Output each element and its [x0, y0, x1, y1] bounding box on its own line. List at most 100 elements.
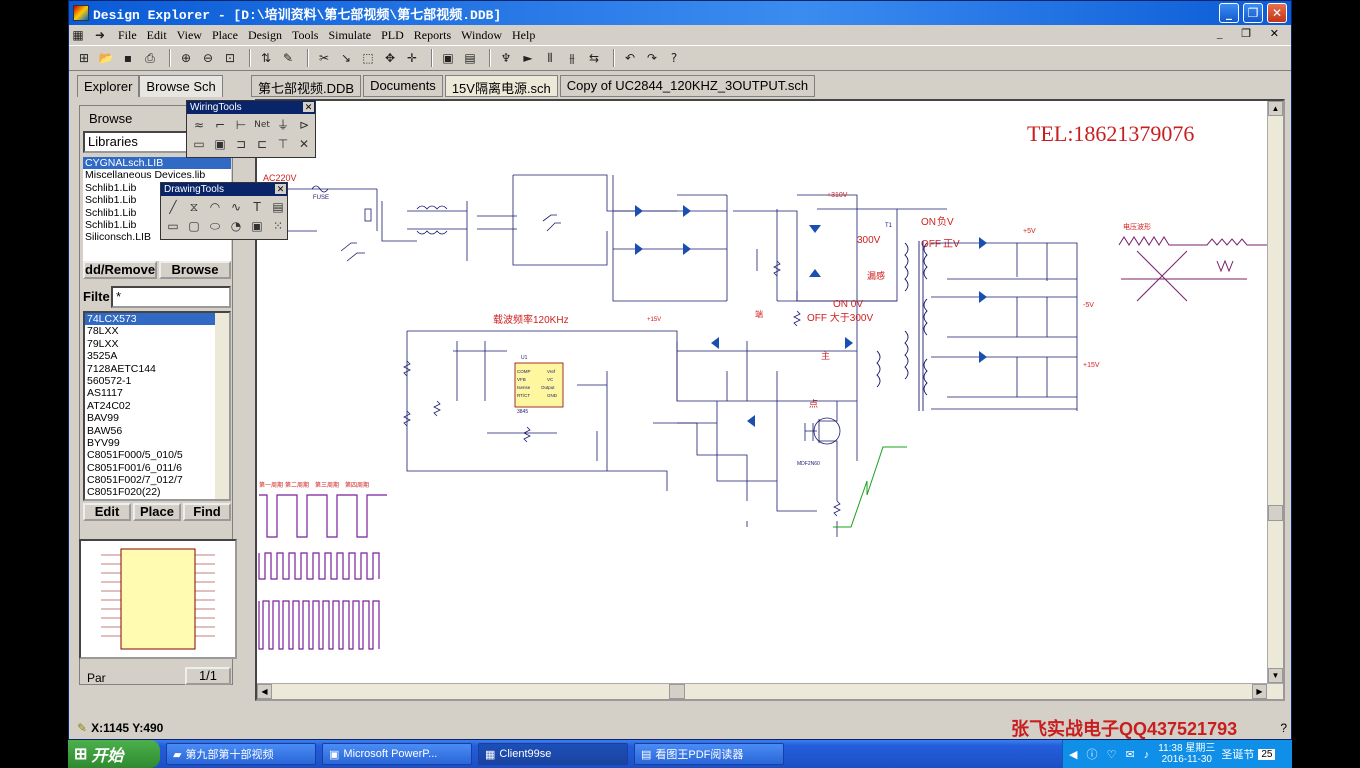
pie-tool-icon[interactable]: ◔	[226, 217, 246, 235]
sheet-symbol-icon[interactable]: ▣	[210, 135, 230, 153]
vertical-scrollbar[interactable]: ▲ ▼	[1267, 101, 1283, 699]
tab-explorer[interactable]: Explorer	[77, 75, 140, 97]
component-item[interactable]: 74LCX573	[85, 313, 229, 326]
horizontal-scrollbar[interactable]: ◀ ▶	[257, 683, 1283, 699]
tab-15v-sch[interactable]: 15V隔离电源.sch	[444, 75, 558, 97]
find-button[interactable]: Find	[183, 503, 231, 521]
scroll-down-arrow[interactable]: ▼	[1268, 668, 1283, 683]
component-item[interactable]: AS1117	[85, 387, 229, 399]
project-icon[interactable]: ⊞	[75, 49, 93, 67]
task-client99se[interactable]: ▦ Client99se	[478, 743, 628, 765]
zoom-fit-icon[interactable]: ⊡	[221, 49, 239, 67]
line-tool-icon[interactable]: ╱	[163, 198, 183, 216]
component-item[interactable]: BAV99	[85, 412, 229, 424]
save-icon[interactable]: ▪	[119, 49, 137, 67]
maximize-button[interactable]: ❐	[1243, 3, 1263, 23]
no-erc-icon[interactable]: ✕	[294, 135, 314, 153]
tray-icons[interactable]: ◀ ⓘ ♡ ✉ ♪	[1069, 746, 1152, 762]
ime-label[interactable]: 圣诞节	[1221, 746, 1254, 762]
add-remove-button[interactable]: dd/Remove	[83, 261, 157, 279]
close-button[interactable]: ✕	[1267, 3, 1287, 23]
run-icon[interactable]: ►	[519, 49, 537, 67]
menu-pld[interactable]: PLD	[376, 28, 409, 43]
component-item[interactable]: BAW56	[85, 425, 229, 437]
open-icon[interactable]: 📂	[97, 49, 115, 67]
polygon-tool-icon[interactable]: ⧖	[184, 198, 204, 216]
zoom-out-icon[interactable]: ⊖	[199, 49, 217, 67]
round-rect-tool-icon[interactable]: ▢	[184, 217, 204, 235]
redo-icon[interactable]: ↷	[643, 49, 661, 67]
library-item[interactable]: CYGNALsch.LIB	[83, 157, 231, 170]
edit-button[interactable]: Edit	[83, 503, 131, 521]
component-item[interactable]: BYV99	[85, 437, 229, 449]
ellipse-tool-icon[interactable]: ⬭	[205, 217, 225, 235]
filter-input[interactable]: *	[111, 286, 231, 308]
scroll-up-arrow[interactable]: ▲	[1268, 101, 1283, 116]
hierarchy-icon[interactable]: ⇅	[257, 49, 275, 67]
rectangle-tool-icon[interactable]: ▭	[163, 217, 183, 235]
textframe-tool-icon[interactable]: ▤	[268, 198, 288, 216]
menu-view[interactable]: View	[172, 28, 207, 43]
help-status-icon[interactable]: ?	[1280, 721, 1287, 735]
app-menu-icon[interactable]: ▦	[69, 26, 87, 44]
tab-ddb[interactable]: 第七部视频.DDB	[251, 75, 362, 97]
probe-icon[interactable]: ♆	[497, 49, 515, 67]
menu-place[interactable]: Place	[207, 28, 243, 43]
text-tool-icon[interactable]: T	[247, 198, 267, 216]
sheet-entry-icon[interactable]: ⊐	[231, 135, 251, 153]
array-tool-icon[interactable]: ⁙	[268, 217, 288, 235]
component-item[interactable]: 3525A	[85, 350, 229, 362]
component-item[interactable]: 560572-1	[85, 375, 229, 387]
component-list-scrollbar[interactable]	[215, 313, 229, 499]
align-icon[interactable]: ⇆	[585, 49, 603, 67]
clock[interactable]: 11:38 星期三 2016-11-30	[1158, 743, 1215, 765]
select-icon[interactable]: ⬚	[359, 49, 377, 67]
scroll-left-arrow[interactable]: ◀	[257, 684, 272, 699]
pencil-icon[interactable]: ✎	[279, 49, 297, 67]
library-item[interactable]: Miscellaneous Devices.lib	[83, 169, 231, 181]
help-icon[interactable]: ?	[665, 49, 683, 67]
net-icon[interactable]: ⫵	[563, 49, 581, 67]
mdi-controls[interactable]: _ ❐ ✕	[1217, 27, 1287, 40]
back-arrow-icon[interactable]: ➜	[91, 26, 109, 44]
tab-uc2844-sch[interactable]: Copy of UC2844_120KHZ_3OUTPUT.sch	[559, 75, 816, 97]
menu-edit[interactable]: Edit	[142, 28, 172, 43]
scroll-right-arrow[interactable]: ▶	[1252, 684, 1267, 699]
print-icon[interactable]: ⎙	[141, 49, 159, 67]
component-item[interactable]: 7128AETC144	[85, 363, 229, 375]
place-button[interactable]: Place	[133, 503, 181, 521]
part-icon[interactable]: ▭	[189, 135, 209, 153]
tab-documents[interactable]: Documents	[363, 75, 443, 97]
wire-tool-icon[interactable]: ≈	[189, 116, 209, 134]
menu-file[interactable]: File	[113, 28, 142, 43]
zoom-in-icon[interactable]: ⊕	[177, 49, 195, 67]
menu-window[interactable]: Window	[456, 28, 507, 43]
scroll-thumb-v[interactable]	[1268, 505, 1283, 521]
bus-tool-icon[interactable]: ⊢	[231, 116, 251, 134]
cross-icon[interactable]: ✛	[403, 49, 421, 67]
ground-icon[interactable]: ⏚	[273, 116, 293, 134]
start-button[interactable]: ⊞ 开始	[68, 740, 160, 768]
component-item[interactable]: C8051F000/5_010/5	[85, 449, 229, 461]
component-item[interactable]: AT24C02	[85, 400, 229, 412]
tab-browse-sch[interactable]: Browse Sch	[139, 75, 223, 97]
schematic-canvas[interactable]: TEL:18621379076 AC220V FUSE +310V ON 300…	[257, 101, 1267, 685]
library-icon[interactable]: ▣	[439, 49, 457, 67]
bezier-tool-icon[interactable]: ∿	[226, 198, 246, 216]
wire-icon[interactable]: ↘	[337, 49, 355, 67]
undo-icon[interactable]: ↶	[621, 49, 639, 67]
component-item[interactable]: 78LXX	[85, 325, 229, 337]
junction-icon[interactable]: ⊤	[273, 135, 293, 153]
bus-entry-icon[interactable]: ⌐	[210, 116, 230, 134]
task-powerpoint[interactable]: ▣ Microsoft PowerP...	[322, 743, 472, 765]
drawing-tools-close[interactable]: ✕	[275, 184, 286, 194]
menu-help[interactable]: Help	[507, 28, 540, 43]
menu-tools[interactable]: Tools	[287, 28, 324, 43]
chip-icon[interactable]: ▤	[461, 49, 479, 67]
net-label-icon[interactable]: Net	[252, 116, 272, 134]
scroll-thumb-h[interactable]	[669, 684, 685, 699]
port-tool-icon[interactable]: ⊏	[252, 135, 272, 153]
wiring-tools-close[interactable]: ✕	[303, 102, 314, 112]
arc-tool-icon[interactable]: ◠	[205, 198, 225, 216]
browse-button[interactable]: Browse	[159, 261, 231, 279]
